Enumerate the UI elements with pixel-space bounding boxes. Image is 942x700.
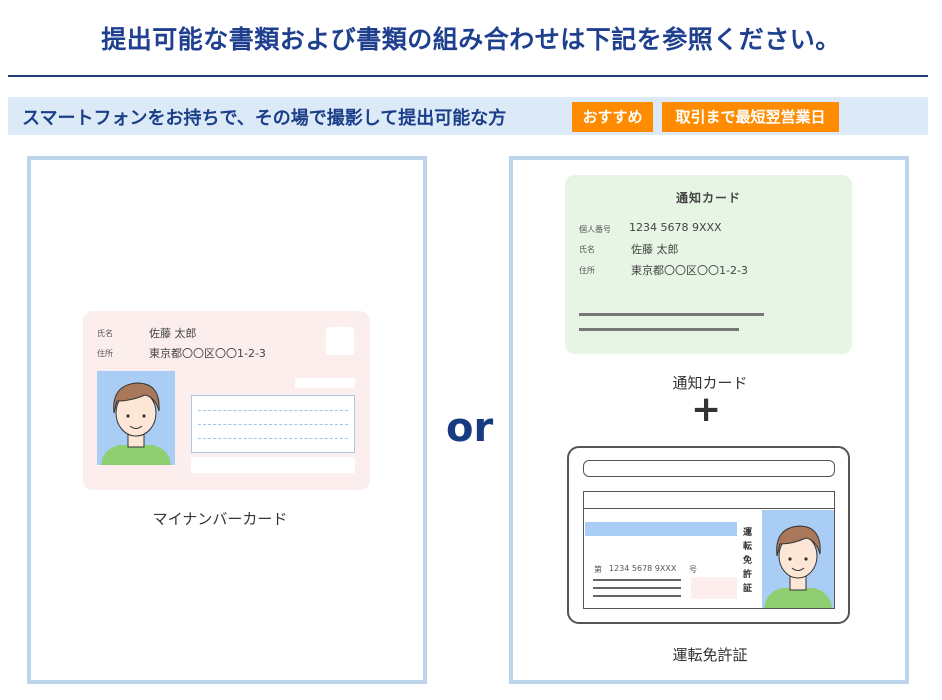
license-stamp-area (691, 577, 737, 599)
card-line (579, 328, 739, 331)
recommended-badge: おすすめ (572, 102, 653, 132)
page-title: 提出可能な書類および書類の組み合わせは下記を参照ください。 (101, 25, 841, 54)
person-icon (764, 525, 832, 608)
card-bar (295, 378, 355, 388)
address-label: 住所 (579, 266, 595, 275)
fastest-trade-badge: 取引まで最短翌営業日 (662, 102, 839, 132)
license-number-value: 1234 5678 9XXX (609, 564, 677, 573)
license-line (593, 587, 681, 589)
plus-icon: + (691, 389, 722, 430)
info-band: スマートフォンをお持ちで、その場で撮影して提出可能な方 おすすめ 取引まで最短翌… (8, 97, 928, 135)
license-number-prefix: 第 (594, 565, 602, 574)
license-line (593, 579, 681, 581)
license-vertical-label: 運転免許証 (743, 528, 753, 594)
portrait-photo (97, 371, 175, 465)
card-bottom-field (191, 457, 355, 473)
license-portrait (762, 510, 834, 608)
notice-card-title: 通知カード (675, 191, 741, 205)
or-label: or (446, 405, 494, 451)
card-line (579, 313, 764, 316)
number-label: 個人番号 (579, 225, 611, 234)
address-label: 住所 (97, 349, 113, 358)
band-text: スマートフォンをお持ちで、その場で撮影して提出可能な方 (22, 108, 507, 129)
name-value: 佐藤 太郎 (149, 327, 197, 340)
name-label: 氏名 (579, 245, 595, 254)
license-top-bar (583, 460, 835, 477)
title-divider (8, 75, 928, 77)
address-value: 東京都〇〇区〇〇1-2-3 (631, 264, 748, 277)
mynumber-caption: マイナンバーカード (152, 510, 288, 528)
license-header-row (583, 491, 835, 509)
address-value: 東京都〇〇区〇〇1-2-3 (149, 347, 266, 360)
mynumber-card-illustration: 氏名 佐藤 太郎 住所 東京都〇〇区〇〇1-2-3 (83, 311, 370, 490)
license-highlight-row (585, 522, 737, 536)
name-value: 佐藤 太郎 (631, 243, 679, 256)
notice-card-illustration: 通知カード 個人番号 1234 5678 9XXX 氏名 佐藤 太郎 住所 東京… (565, 175, 852, 354)
name-label: 氏名 (97, 329, 113, 338)
drivers-license-illustration: 第 1234 5678 9XXX 号 運転免許証 (567, 446, 850, 624)
person-icon (101, 382, 171, 465)
number-value: 1234 5678 9XXX (629, 221, 722, 234)
card-field (191, 395, 355, 453)
license-number-suffix: 号 (689, 565, 697, 574)
license-caption: 運転免許証 (672, 646, 748, 664)
license-line (593, 595, 681, 597)
card-chip (326, 327, 354, 355)
